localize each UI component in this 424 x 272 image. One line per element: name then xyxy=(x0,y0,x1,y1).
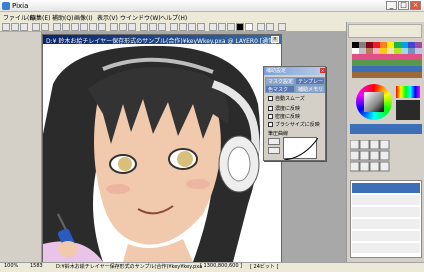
eraser-tool-icon[interactable] xyxy=(71,23,79,31)
window-titlebar xyxy=(0,0,424,12)
hand-tool-icon[interactable] xyxy=(128,23,136,31)
layer-row[interactable] xyxy=(352,219,420,229)
panel-close-icon[interactable]: × xyxy=(320,68,325,73)
document-close-button[interactable]: × xyxy=(271,36,279,43)
save-icon[interactable] xyxy=(20,23,28,31)
panel-title[interactable]: 補助設定 xyxy=(264,67,325,75)
status-bits: [ 24ビット ] xyxy=(250,264,279,270)
checkbox-icon xyxy=(268,106,273,111)
zoom-in-icon[interactable] xyxy=(110,23,118,31)
status-size: 1583 xyxy=(30,263,43,269)
fg-color-swatch[interactable] xyxy=(236,23,244,31)
menu-view[interactable]: 表示(V) xyxy=(97,13,118,22)
eyedropper-icon[interactable] xyxy=(209,23,217,31)
checkbox-icon xyxy=(268,122,273,127)
rect-tool-icon[interactable] xyxy=(188,23,196,31)
window-title: Pixia xyxy=(12,2,29,10)
status-dims: [ 1300,800,600 ] xyxy=(200,263,243,269)
layer-row-active[interactable] xyxy=(352,183,420,193)
illustration xyxy=(43,44,281,262)
move-tool-icon[interactable] xyxy=(98,23,106,31)
menu-window[interactable]: ウインドウ(W) xyxy=(120,13,161,22)
status-zoom: 100% xyxy=(4,263,19,269)
layer-icon[interactable] xyxy=(158,23,166,31)
menu-edit[interactable]: 編集(E) xyxy=(30,13,50,22)
pressure-curve-editor[interactable] xyxy=(283,137,319,161)
undo-icon[interactable] xyxy=(32,23,40,31)
check-auto-smooth[interactable]: 自動スムーズ xyxy=(268,96,305,103)
curve-graph xyxy=(283,137,319,161)
menu-image[interactable]: 画像(I) xyxy=(74,13,92,22)
brush-size-icon[interactable] xyxy=(257,23,265,31)
tab-template[interactable]: テンプレート xyxy=(295,77,325,93)
app-icon xyxy=(2,2,10,10)
slider-bar[interactable] xyxy=(350,124,422,134)
maximize-button[interactable]: □ xyxy=(398,1,409,10)
tool-grid xyxy=(349,139,390,172)
layer-row[interactable] xyxy=(352,231,420,241)
drawing-canvas[interactable] xyxy=(43,44,281,262)
new-icon[interactable] xyxy=(2,23,10,31)
close-button[interactable]: × xyxy=(410,1,421,10)
fill-tool-icon[interactable] xyxy=(80,23,88,31)
palette-swatches xyxy=(352,42,422,78)
ellipse-tool-icon[interactable] xyxy=(197,23,205,31)
current-color xyxy=(396,100,420,120)
color-picker-square[interactable] xyxy=(364,92,384,112)
tool-buttons xyxy=(349,139,390,172)
select-tool-icon[interactable] xyxy=(89,23,97,31)
tab-mask-settings[interactable]: マスク設定 xyxy=(265,77,295,85)
menu-help[interactable]: ヘルプ(H) xyxy=(160,13,187,22)
opacity-icon[interactable] xyxy=(266,23,274,31)
line-tool-icon[interactable] xyxy=(179,23,187,31)
text-tool-icon[interactable] xyxy=(170,23,178,31)
color-palette[interactable] xyxy=(352,42,422,78)
tab-assist-memory[interactable]: 補助メモリ xyxy=(295,85,325,93)
check-opacity[interactable]: 密度に反映 xyxy=(268,114,300,121)
mask-icon[interactable] xyxy=(227,23,235,31)
rotate-icon[interactable] xyxy=(140,23,148,31)
brush-tool-icon[interactable] xyxy=(62,23,70,31)
minimize-button[interactable]: _ xyxy=(386,1,397,10)
check-density[interactable]: 濃度に反映 xyxy=(268,106,300,113)
redo-icon[interactable] xyxy=(41,23,49,31)
layer-row[interactable] xyxy=(352,195,420,205)
check-brush-size[interactable]: ブラシサイズに反映 xyxy=(268,122,320,129)
menu-assist[interactable]: 補助(Q) xyxy=(52,13,73,22)
tab-color-mask[interactable]: 色マスク xyxy=(265,85,295,93)
checkbox-icon xyxy=(268,96,273,101)
left-toolbox xyxy=(0,32,42,262)
checkbox-icon xyxy=(268,114,273,119)
open-icon[interactable] xyxy=(11,23,19,31)
hue-bar[interactable] xyxy=(396,86,420,98)
brush-selector[interactable] xyxy=(348,24,422,38)
layer-row[interactable] xyxy=(352,243,420,253)
status-path: D:¥鈴木お絵チレイヤー保存形式のサンプル(合作)¥key¥key.pxa xyxy=(56,264,203,270)
filter-icon[interactable] xyxy=(218,23,226,31)
curve-preset-button[interactable] xyxy=(268,138,280,145)
zoom-out-icon[interactable] xyxy=(119,23,127,31)
bg-color-swatch[interactable] xyxy=(245,23,253,31)
layer-row[interactable] xyxy=(352,207,420,217)
flip-icon[interactable] xyxy=(149,23,157,31)
pen-tool-icon[interactable] xyxy=(53,23,61,31)
curve-reset-button[interactable] xyxy=(268,147,280,154)
settings-icon[interactable] xyxy=(278,23,286,31)
pressure-curve-label: 筆圧曲線 xyxy=(268,131,289,137)
